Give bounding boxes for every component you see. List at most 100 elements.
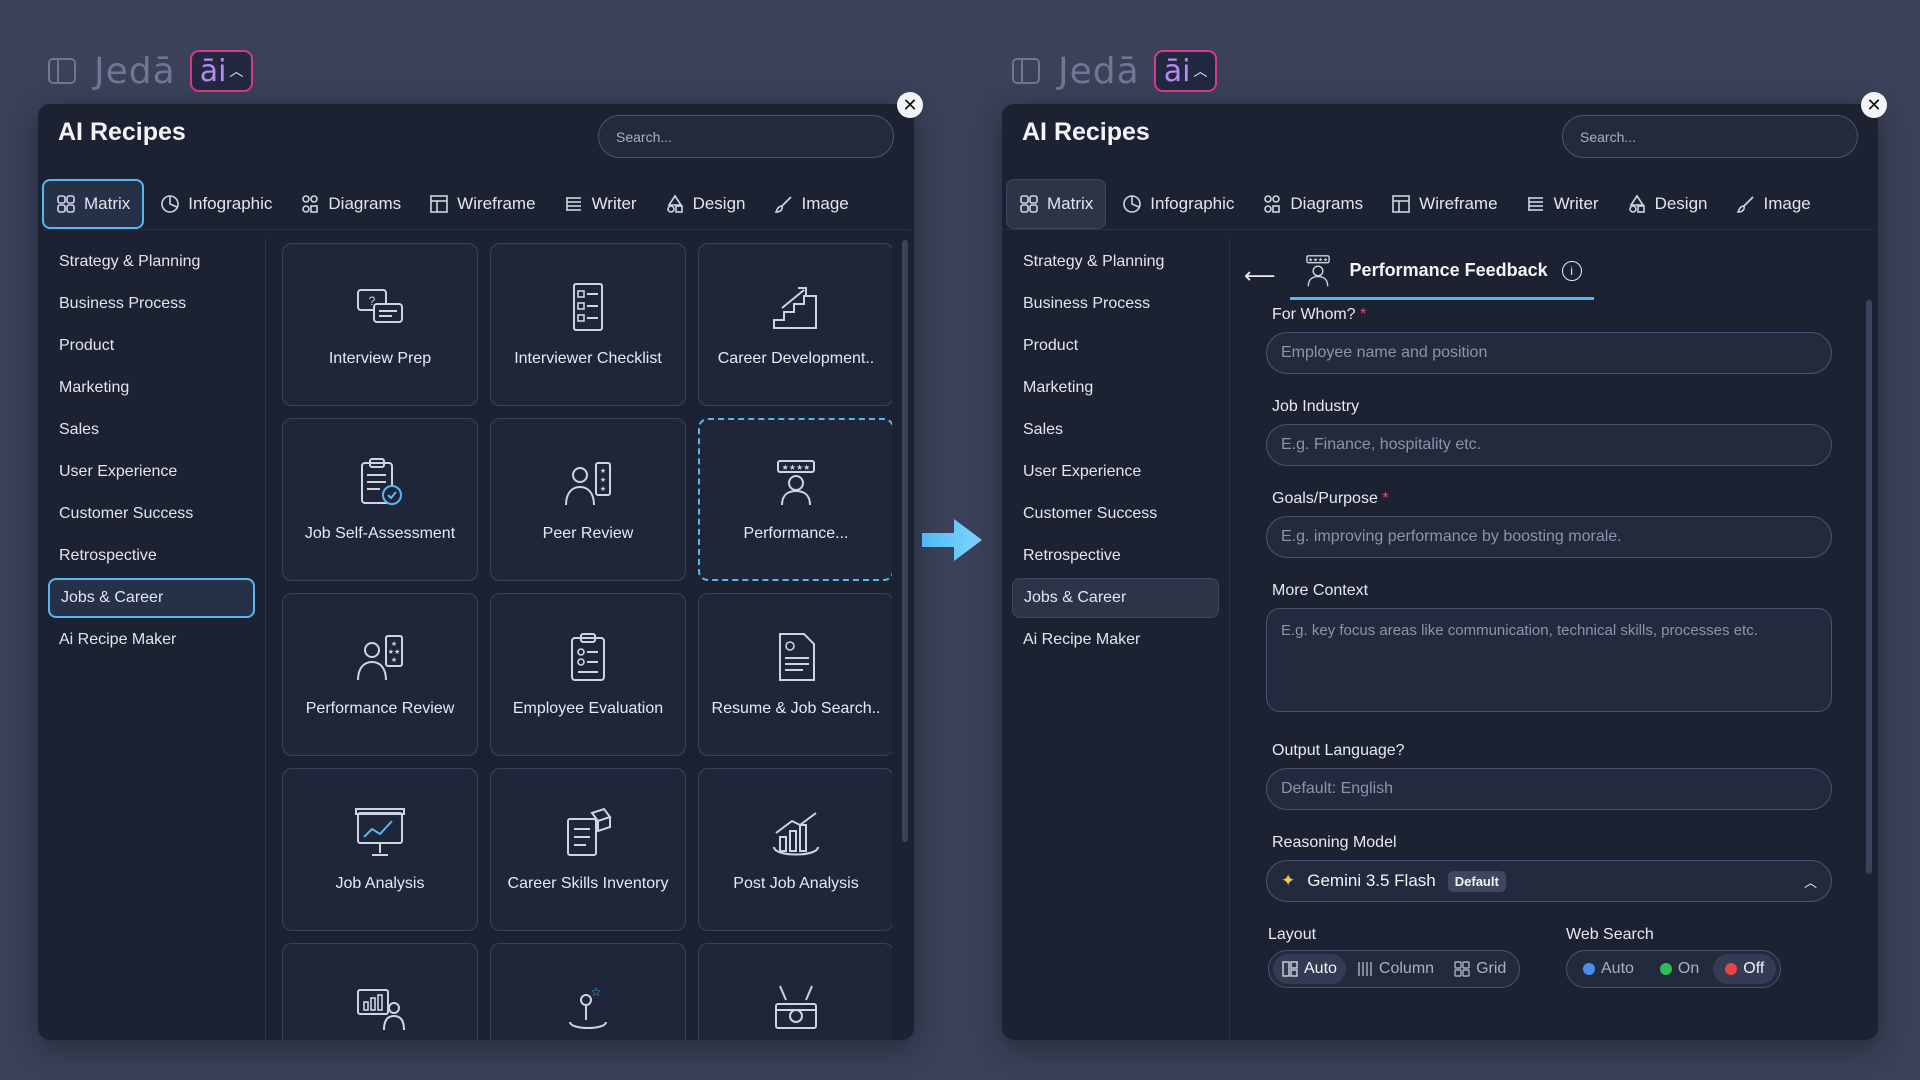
recipe-card[interactable]: ★★★★ Performance... xyxy=(698,418,892,581)
layout-option-auto[interactable]: Auto xyxy=(1273,954,1346,984)
required-mark: * xyxy=(1382,490,1389,507)
output-language-input[interactable]: Default: English xyxy=(1266,768,1832,810)
sidebar-item-customer-success[interactable]: Customer Success xyxy=(1012,494,1219,534)
sidebar-item-business-process[interactable]: Business Process xyxy=(1012,284,1219,324)
tab-writer[interactable]: Writer xyxy=(552,179,649,229)
form-title-tab: ★★★★ Performance Feedback i xyxy=(1289,253,1594,300)
tab-design[interactable]: Design xyxy=(653,179,758,229)
sidebar-item-retrospective[interactable]: Retrospective xyxy=(48,536,255,576)
recipe-card[interactable]: Employee Evaluation xyxy=(490,593,686,756)
web-search-option-label: Off xyxy=(1743,960,1765,977)
recipe-card[interactable]: ? Interview Prep xyxy=(282,243,478,406)
scrollbar[interactable] xyxy=(1866,300,1872,874)
tab-infographic[interactable]: Infographic xyxy=(1110,179,1246,229)
tab-design[interactable]: Design xyxy=(1615,179,1720,229)
panel-notch xyxy=(231,104,251,114)
sidebar-item-sales[interactable]: Sales xyxy=(1012,410,1219,450)
recipe-card[interactable]: ★ ★★ ★ Performance Review xyxy=(282,593,478,756)
close-button[interactable]: ✕ xyxy=(897,92,923,118)
recipe-card[interactable]: Resume & Job Search.. xyxy=(698,593,892,756)
recipe-card[interactable]: Career Development.. xyxy=(698,243,892,406)
tab-matrix[interactable]: Matrix xyxy=(1006,178,1107,229)
close-button[interactable]: ✕ xyxy=(1861,92,1887,118)
layout-toggle: Auto Column Grid xyxy=(1268,950,1521,988)
for-whom-input[interactable]: Employee name and position xyxy=(1266,332,1832,374)
panel-title: AI Recipes xyxy=(1022,118,1150,146)
sidebar-item-strategy-planning[interactable]: Strategy & Planning xyxy=(48,242,255,282)
info-icon[interactable]: i xyxy=(1561,260,1582,281)
sidebar-item-business-process[interactable]: Business Process xyxy=(48,284,255,324)
recipe-card[interactable]: ★ ★ ★ Peer Review xyxy=(490,418,686,581)
search-input[interactable]: Search... xyxy=(598,115,894,158)
tab-diagrams[interactable]: Diagrams xyxy=(288,179,413,229)
shapes-icon xyxy=(1627,194,1647,214)
sidebar-item-jobs-career[interactable]: Jobs & Career xyxy=(48,578,255,618)
recipe-card[interactable]: Job Self-Assessment xyxy=(282,418,478,581)
tab-image[interactable]: Image xyxy=(1724,179,1823,229)
web-search-option-auto[interactable]: Auto xyxy=(1571,954,1646,984)
sidebar-item-strategy-planning[interactable]: Strategy & Planning xyxy=(1012,242,1219,282)
layout-label: Layout xyxy=(1268,926,1317,943)
ai-menu-button[interactable]: āi ︿ xyxy=(189,50,254,92)
svg-text:★★: ★★ xyxy=(388,648,401,656)
sidebar-item-retrospective[interactable]: Retrospective xyxy=(1012,536,1219,576)
reasoning-model-select[interactable]: ✦ Gemini 3.5 Flash Default ︿ xyxy=(1266,860,1832,902)
tab-label: Diagrams xyxy=(328,193,402,213)
recipe-card[interactable]: Interviewer Checklist xyxy=(490,243,686,406)
sidebar-item-sales[interactable]: Sales xyxy=(48,410,255,450)
svg-text:★: ★ xyxy=(600,467,606,475)
sidebar-item-marketing[interactable]: Marketing xyxy=(48,368,255,408)
recipe-card[interactable]: Career Skills Inventory xyxy=(490,768,686,931)
tab-matrix[interactable]: Matrix xyxy=(42,178,145,229)
sidebar-item-product[interactable]: Product xyxy=(48,326,255,366)
job-industry-label: Job Industry xyxy=(1272,398,1360,415)
back-arrow-icon[interactable]: ⟵ xyxy=(1244,263,1276,289)
tab-diagrams[interactable]: Diagrams xyxy=(1250,179,1375,229)
search-input[interactable]: Search... xyxy=(1562,115,1858,158)
sidebar-item-jobs-career[interactable]: Jobs & Career xyxy=(1012,578,1219,618)
sidebar-item-user-experience[interactable]: User Experience xyxy=(48,452,255,492)
recipe-card[interactable]: Post Job Analysis xyxy=(698,768,892,931)
recipe-card[interactable]: Job Analysis xyxy=(282,768,478,931)
goals-input[interactable]: E.g. improving performance by boosting m… xyxy=(1266,516,1832,558)
recipe-card[interactable] xyxy=(282,943,478,1040)
pie-chart-icon xyxy=(1122,194,1142,214)
form-header: ⟵ ★★★★ Performance Feedback i xyxy=(1244,254,1594,300)
tab-infographic[interactable]: Infographic xyxy=(148,179,284,229)
layout-option-grid[interactable]: Grid xyxy=(1445,954,1515,984)
tab-wireframe[interactable]: Wireframe xyxy=(417,179,547,229)
text-lines-icon xyxy=(564,194,584,214)
sidebar-toggle-icon[interactable] xyxy=(1008,53,1044,89)
form-title: Performance Feedback xyxy=(1349,260,1548,280)
layout-option-column[interactable]: Column xyxy=(1348,954,1443,984)
more-context-textarea[interactable]: E.g. key focus areas like communication,… xyxy=(1266,608,1832,712)
sidebar-item-customer-success[interactable]: Customer Success xyxy=(48,494,255,534)
sidebar-item-ai-recipe-maker[interactable]: Ai Recipe Maker xyxy=(48,620,255,660)
person-stars-icon: ★★★★ xyxy=(1305,254,1330,286)
reasoning-model-label: Reasoning Model xyxy=(1272,834,1397,851)
sidebar-item-marketing[interactable]: Marketing xyxy=(1012,368,1219,408)
recipe-grid: ? Interview Prep Interviewer Checklist Care… xyxy=(282,243,892,1040)
tab-writer[interactable]: Writer xyxy=(1514,179,1611,229)
sidebar-item-user-experience[interactable]: User Experience xyxy=(1012,452,1219,492)
web-search-option-off[interactable]: Off xyxy=(1713,954,1777,984)
recipe-card-label: Resume & Job Search.. xyxy=(711,699,881,717)
tab-wireframe[interactable]: Wireframe xyxy=(1379,179,1509,229)
sidebar-item-ai-recipe-maker[interactable]: Ai Recipe Maker xyxy=(1012,620,1219,660)
job-industry-input[interactable]: E.g. Finance, hospitality etc. xyxy=(1266,424,1832,466)
ai-menu-button[interactable]: āi ︿ xyxy=(1153,50,1218,92)
panel-title: AI Recipes xyxy=(58,118,186,146)
presentation-chart-icon xyxy=(355,807,405,856)
sidebar-toggle-icon[interactable] xyxy=(44,53,80,89)
web-search-option-on[interactable]: On xyxy=(1648,954,1711,984)
wireframe-icon xyxy=(1391,194,1411,214)
svg-text:★: ★ xyxy=(391,656,397,664)
recipe-card[interactable] xyxy=(698,943,892,1040)
web-search-label: Web Search xyxy=(1566,926,1654,943)
tab-image[interactable]: Image xyxy=(762,179,861,229)
recipe-card[interactable]: ☆ xyxy=(490,943,686,1040)
sidebar-item-product[interactable]: Product xyxy=(1012,326,1219,366)
person-rating-icon: ★★★ xyxy=(565,461,611,505)
checklist-icon xyxy=(573,282,603,331)
scrollbar[interactable] xyxy=(902,240,908,842)
